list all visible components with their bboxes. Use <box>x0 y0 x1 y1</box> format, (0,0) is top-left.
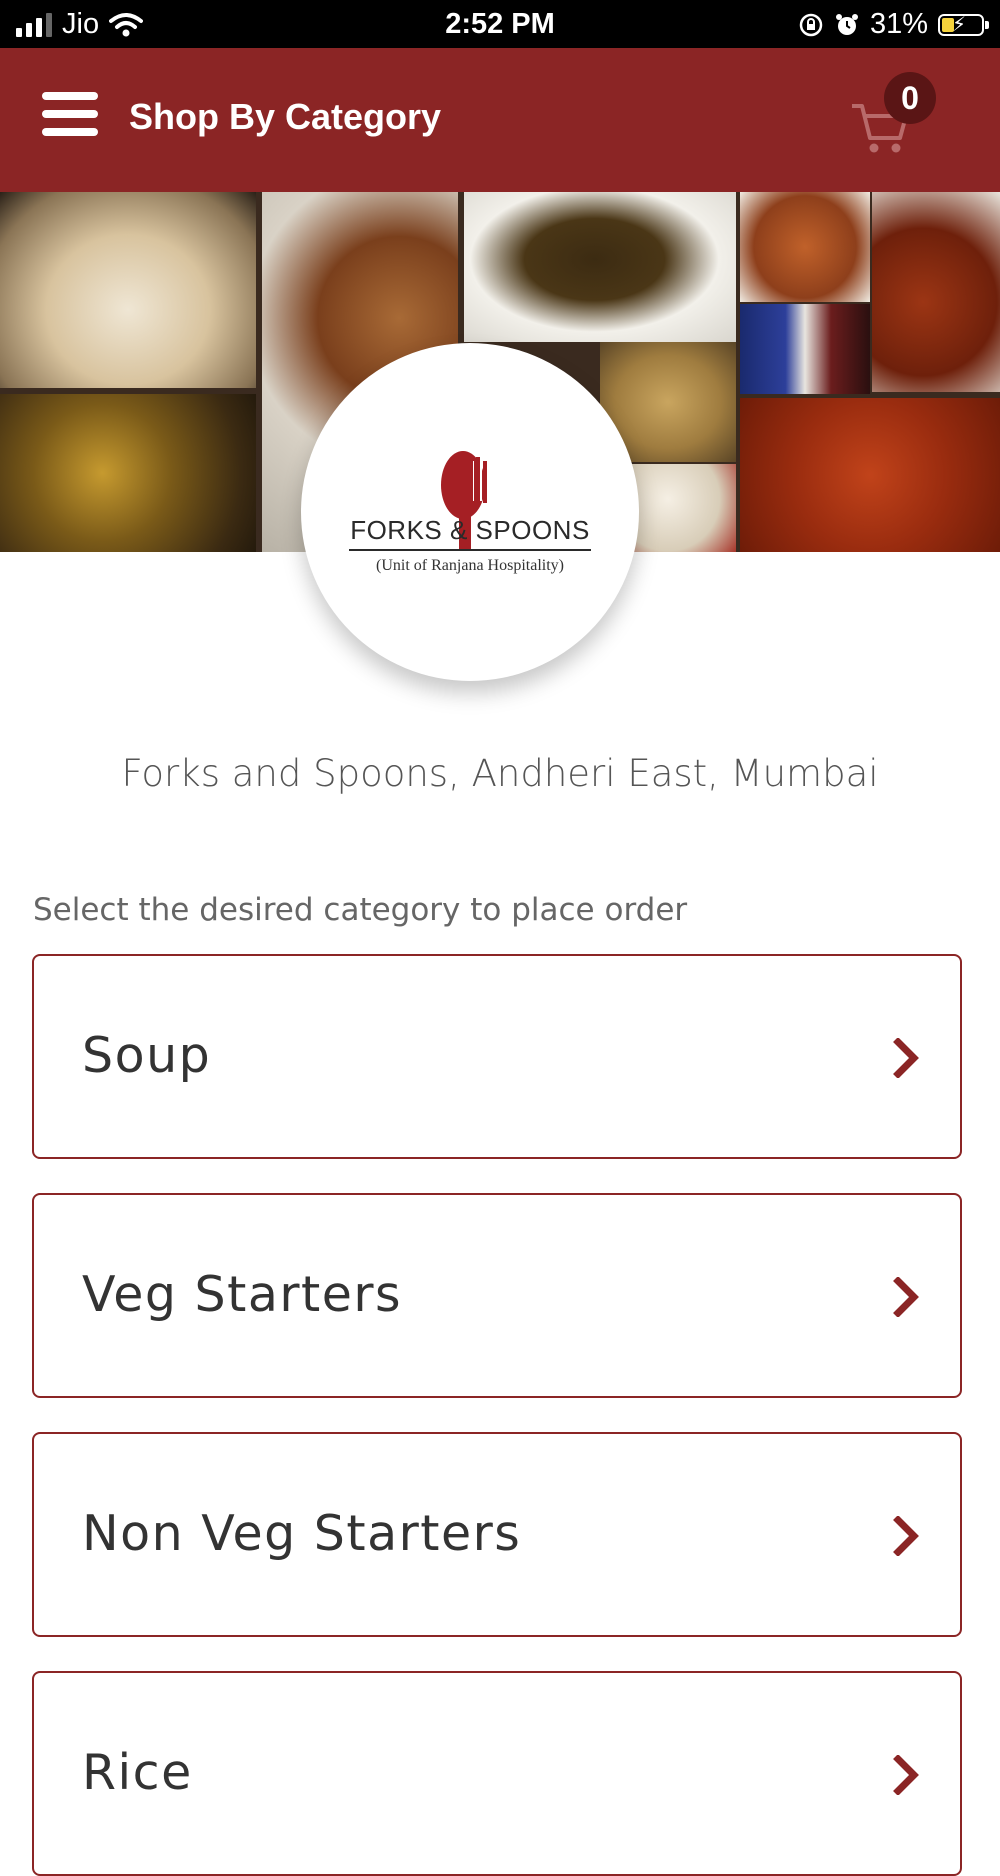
status-right: 31% ⚡ <box>798 8 989 41</box>
chevron-right-icon <box>893 1516 919 1556</box>
store-name: Forks and Spoons, Andheri East, Mumbai <box>121 752 879 795</box>
chevron-right-icon <box>893 1277 919 1317</box>
restaurant-logo: FORKS & SPOONS (Unit of Ranjana Hospital… <box>301 343 639 681</box>
soup-photo <box>464 192 736 342</box>
category-card-rice[interactable]: Rice <box>32 1671 962 1876</box>
category-label: Soup <box>82 1027 212 1084</box>
app-header: Shop By Category 0 <box>0 48 1000 192</box>
logo-subtitle: (Unit of Ranjana Hospitality) <box>376 557 564 574</box>
category-label: Rice <box>82 1744 193 1801</box>
orientation-lock-icon <box>799 13 823 36</box>
manchurian-photo <box>872 192 1000 392</box>
cart-count-badge: 0 <box>884 72 936 124</box>
category-label: Non Veg Starters <box>82 1505 522 1562</box>
cart-button[interactable]: 0 <box>850 72 960 172</box>
veg-stir-fry-photo <box>0 394 256 552</box>
category-card-veg-starters[interactable]: Veg Starters <box>32 1193 962 1398</box>
category-label: Veg Starters <box>82 1266 403 1323</box>
menu-icon[interactable] <box>42 92 98 140</box>
chilli-chicken-photo <box>740 192 870 302</box>
chevron-right-icon <box>893 1038 919 1078</box>
logo-divider <box>349 549 591 551</box>
fried-rice-photo <box>0 192 256 388</box>
category-card-non-veg-starters[interactable]: Non Veg Starters <box>32 1432 962 1637</box>
category-card-soup[interactable]: Soup <box>32 954 962 1159</box>
battery-percent: 31% <box>869 8 928 40</box>
drinks-photo <box>740 304 870 394</box>
logo-name-text: FORKS & SPOONS <box>350 515 590 545</box>
status-bar: Jio 2:52 PM 31% ⚡ <box>0 0 1000 48</box>
chevron-right-icon <box>893 1755 919 1795</box>
alarm-icon <box>835 13 858 35</box>
battery-charging-icon: ⚡ <box>938 13 989 36</box>
category-instruction: Select the desired category to place ord… <box>33 892 688 928</box>
chilli-dish-photo <box>740 398 1000 552</box>
page-title: Shop By Category <box>129 96 442 137</box>
